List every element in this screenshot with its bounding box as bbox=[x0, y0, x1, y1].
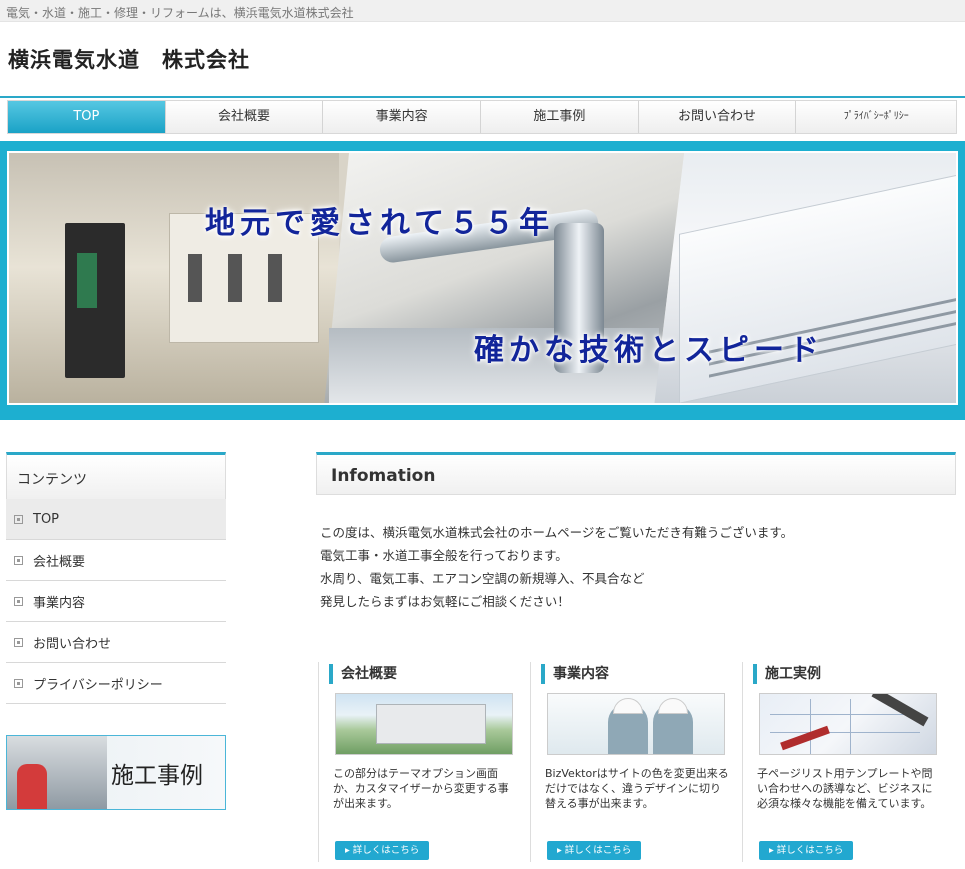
bullet-icon bbox=[14, 596, 23, 606]
bullet-icon bbox=[14, 637, 23, 647]
info-line: 水周り、電気工事、エアコン空調の新規導入、不具合など bbox=[320, 571, 645, 586]
blueprint-image[interactable] bbox=[759, 693, 937, 755]
sidebar-item-label: プライバシーポリシー bbox=[33, 677, 163, 693]
info-line: この度は、横浜電気水道株式会社のホームページをご覧いただき有難うございます。 bbox=[320, 525, 794, 540]
sidebar-item-company[interactable]: 会社概要 bbox=[6, 540, 226, 581]
sidebar-item-label: TOP bbox=[33, 511, 60, 527]
column-text: この部分はテーマオプション画面か、カスタマイザーから変更する事が出来ます。 bbox=[333, 767, 509, 810]
column-title[interactable]: 会社概要 bbox=[329, 664, 397, 684]
sidebar-menu: コンテンツ TOP 会社概要 事業内容 お問い合わせ プライバシーポリシー bbox=[6, 452, 226, 704]
details-button[interactable]: 詳しくはこちら bbox=[759, 841, 853, 860]
details-button[interactable]: 詳しくはこちら bbox=[547, 841, 641, 860]
helmet-shape bbox=[658, 698, 688, 714]
info-line: 電気工事・水道工事全般を行っております。 bbox=[320, 548, 568, 563]
sidebar-item-label: 事業内容 bbox=[33, 595, 86, 611]
works-banner[interactable]: 施工事例 bbox=[6, 735, 226, 810]
sidebar-item-privacy[interactable]: プライバシーポリシー bbox=[6, 663, 226, 704]
workers-image[interactable] bbox=[547, 693, 725, 755]
information-heading: Infomation bbox=[316, 452, 956, 495]
nav-item-works[interactable]: 施工事例 bbox=[481, 101, 639, 133]
sidebar-item-top[interactable]: TOP bbox=[6, 499, 226, 540]
sidebar-title: コンテンツ bbox=[6, 452, 226, 499]
hero-image: 地元で愛されて５５年 確かな技術とスピード bbox=[7, 151, 958, 405]
site-logo-title[interactable]: 横浜電気水道 株式会社 bbox=[8, 44, 250, 74]
feature-column-works: 施工実例 子ページリスト用テンプレートや問い合わせへの誘導など、ビジネスに必須な… bbox=[742, 662, 952, 862]
feature-column-company: 会社概要 この部分はテーマオプション画面か、カスタマイザーから変更する事が出来ま… bbox=[318, 662, 528, 862]
works-banner-label: 施工事例 bbox=[111, 763, 203, 789]
info-line: 発見したらまずはお気軽にご相談ください！ bbox=[320, 594, 570, 609]
sidebar-item-label: 会社概要 bbox=[33, 554, 86, 570]
tool-shape bbox=[871, 694, 929, 727]
sidebar-item-label: お問い合わせ bbox=[33, 636, 112, 652]
global-navigation: TOP 会社概要 事業内容 施工事例 お問い合わせ ﾌﾟﾗｲﾊﾞｼｰﾎﾟﾘｼｰ bbox=[0, 96, 965, 134]
information-text: この度は、横浜電気水道株式会社のホームページをご覧いただき有難うございます。 電… bbox=[320, 521, 940, 613]
bullet-icon bbox=[14, 514, 23, 524]
column-text: 子ページリスト用テンプレートや問い合わせへの誘導など、ビジネスに必須な様々な機能… bbox=[757, 767, 933, 810]
hero-headline: 地元で愛されて５５年 bbox=[205, 206, 555, 241]
hero-banner: 地元で愛されて５５年 確かな技術とスピード bbox=[0, 141, 965, 420]
column-title[interactable]: 施工実例 bbox=[753, 664, 821, 684]
nav-item-top[interactable]: TOP bbox=[8, 101, 166, 133]
bullet-icon bbox=[14, 678, 23, 688]
hero-subheadline: 確かな技術とスピード bbox=[474, 333, 824, 368]
building-shape bbox=[376, 704, 486, 744]
nav-item-company[interactable]: 会社概要 bbox=[165, 101, 324, 133]
nav-item-contact[interactable]: お問い合わせ bbox=[638, 101, 797, 133]
sidebar-item-contact[interactable]: お問い合わせ bbox=[6, 622, 226, 663]
bullet-icon bbox=[14, 555, 23, 565]
details-button[interactable]: 詳しくはこちら bbox=[335, 841, 429, 860]
nav-item-privacy[interactable]: ﾌﾟﾗｲﾊﾞｼｰﾎﾟﾘｼｰ bbox=[796, 101, 957, 133]
tool-shape bbox=[780, 725, 830, 751]
column-text: BizVektorはサイトの色を変更出来るだけではなく、違うデザインに切り替える… bbox=[545, 767, 729, 810]
worker-photo bbox=[17, 764, 47, 809]
top-tagline-bar: 電気・水道・施工・修理・リフォームは、横浜電気水道株式会社 bbox=[0, 0, 965, 22]
breaker-panel-shape bbox=[65, 223, 125, 378]
nav-item-services[interactable]: 事業内容 bbox=[323, 101, 482, 133]
feature-column-services: 事業内容 BizVektorはサイトの色を変更出来るだけではなく、違うデザインに… bbox=[530, 662, 740, 862]
building-image[interactable] bbox=[335, 693, 513, 755]
tagline-text: 電気・水道・施工・修理・リフォームは、横浜電気水道株式会社 bbox=[6, 6, 354, 20]
column-title[interactable]: 事業内容 bbox=[541, 664, 609, 684]
helmet-shape bbox=[613, 698, 643, 714]
sidebar-item-services[interactable]: 事業内容 bbox=[6, 581, 226, 622]
